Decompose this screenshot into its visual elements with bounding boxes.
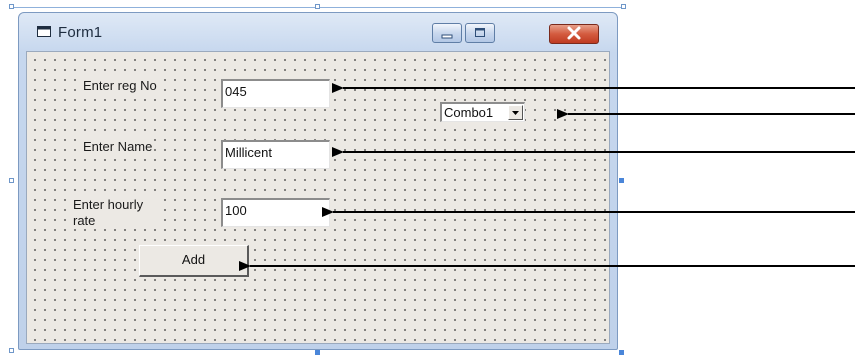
annotation-arrows <box>239 83 855 271</box>
